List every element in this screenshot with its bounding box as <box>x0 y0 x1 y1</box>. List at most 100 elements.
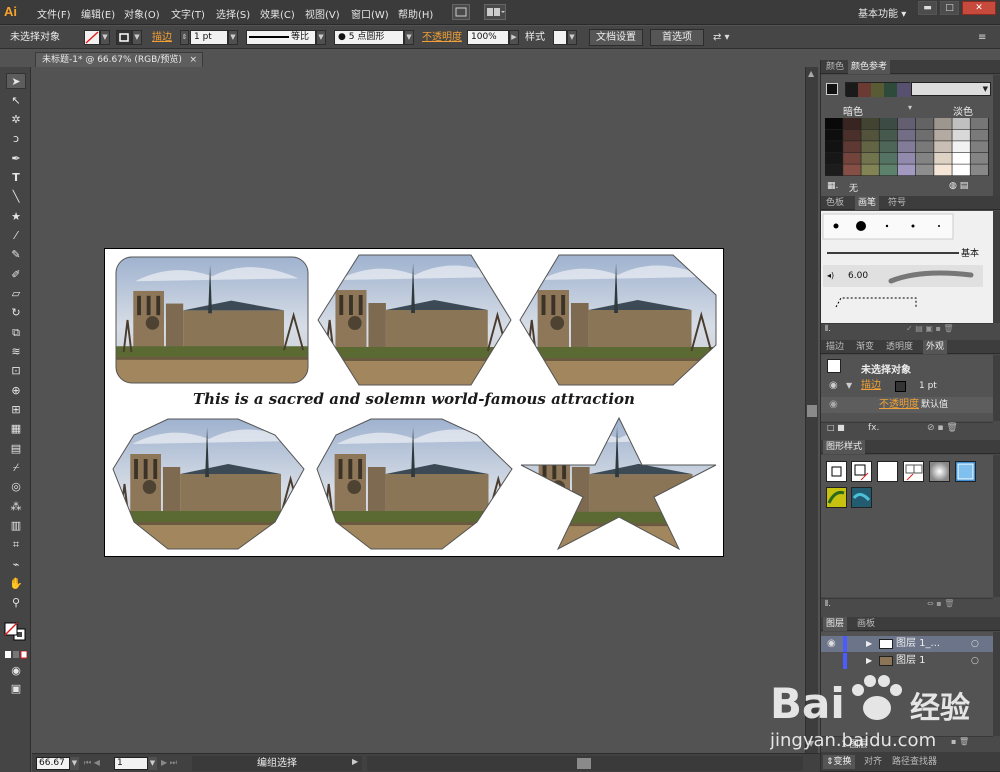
menu-window[interactable]: 窗口(W) <box>351 6 389 21</box>
color-variation-swatch[interactable] <box>916 129 934 141</box>
style-swatch[interactable] <box>553 30 567 45</box>
symbol-sprayer-tool-icon[interactable]: ⁂ <box>6 499 26 515</box>
scale-tool-icon[interactable]: ⧉ <box>6 325 26 341</box>
pen-tool-icon[interactable]: ✒ <box>6 151 26 167</box>
brush-library-icon[interactable]: ⫴. <box>825 324 831 334</box>
graphic-style-actions-icon[interactable]: ⇔ ▪ 🗑 <box>927 599 954 608</box>
bridge-icon[interactable] <box>452 4 470 20</box>
color-variation-swatch[interactable] <box>916 152 934 164</box>
blend-tool-icon[interactable]: ◎ <box>6 479 26 495</box>
color-variation-swatch[interactable] <box>843 141 861 153</box>
pencil-tool-icon[interactable]: ✎ <box>6 247 26 263</box>
artboard-tool-icon[interactable]: ⌗ <box>6 537 26 553</box>
variation-dropdown-icon[interactable]: ▾ <box>908 103 912 112</box>
panel-menu-icon[interactable]: ≡ <box>978 30 986 45</box>
column-graph-tool-icon[interactable]: ▥ <box>6 518 26 534</box>
hand-tool-icon[interactable]: ✋ <box>6 576 26 592</box>
color-variation-swatch[interactable] <box>843 164 861 176</box>
stroke-dropdown[interactable]: ▼ <box>132 30 142 45</box>
tab-graphic-styles[interactable]: 图形样式 <box>823 440 866 454</box>
appearance-opacity-row[interactable]: ◉ 不透明度 默认值 <box>821 397 993 413</box>
color-variation-swatch[interactable] <box>952 141 970 153</box>
graphic-style-blue[interactable] <box>955 461 976 482</box>
menu-help[interactable]: 帮助(H) <box>398 6 433 21</box>
color-variation-swatch[interactable] <box>934 141 952 153</box>
stroke-swatch-small[interactable] <box>895 381 906 392</box>
harmony-strip[interactable] <box>845 82 911 97</box>
tab-pathfinder[interactable]: 路径查找器 <box>889 755 940 769</box>
tab-transform[interactable]: ⇕变换 <box>823 755 855 769</box>
disclosure-triangle-icon[interactable]: ▼ <box>846 378 852 394</box>
maximize-button[interactable]: □ <box>940 1 959 15</box>
color-variation-swatch[interactable] <box>879 164 898 176</box>
color-variation-swatch[interactable] <box>825 164 843 176</box>
layer-name[interactable]: 图层 1_... <box>896 636 940 652</box>
type-tool-icon[interactable]: T <box>6 170 26 186</box>
appearance-scroll[interactable] <box>993 355 1000 421</box>
color-variation-swatch[interactable] <box>916 141 934 153</box>
tab-artboards[interactable]: 画板 <box>854 617 878 631</box>
color-variation-swatch[interactable] <box>861 129 879 141</box>
tab-align[interactable]: 对齐 <box>861 755 885 769</box>
color-variation-swatch[interactable] <box>843 129 861 141</box>
eyedropper-tool-icon[interactable]: ⌿ <box>6 460 26 476</box>
layer-row[interactable]: ◉ ▶ 图层 1_... ○ <box>821 636 993 652</box>
eye-icon[interactable]: ◉ <box>827 636 836 652</box>
artboard-caption[interactable]: This is a sacred and solemn world-famous… <box>104 390 724 408</box>
expand-triangle-icon[interactable]: ▶ <box>866 653 872 669</box>
color-mode-icons[interactable] <box>5 650 28 659</box>
base-color-swatch[interactable] <box>826 83 838 95</box>
screen-mode-icon[interactable]: ▣ <box>6 681 26 697</box>
artboard-dropdown[interactable]: ▼ <box>148 757 157 770</box>
color-variation-swatch[interactable] <box>934 164 952 176</box>
color-variation-swatch[interactable] <box>916 118 934 129</box>
horizontal-scrollbar[interactable] <box>367 756 803 771</box>
line-tool-icon[interactable]: ╲ <box>6 189 26 205</box>
lasso-tool-icon[interactable]: ↄ <box>6 131 26 147</box>
mesh-tool-icon[interactable]: ▦ <box>6 421 26 437</box>
profile-dropdown[interactable]: ▼ <box>316 30 326 45</box>
brush-actions-icon[interactable]: ✓ ▤ ▣ ▪ 🗑 <box>906 324 954 333</box>
swatch-library-icon[interactable]: ▦. <box>827 181 838 191</box>
fill-dropdown[interactable]: ▼ <box>100 30 110 45</box>
gradient-tool-icon[interactable]: ▤ <box>6 441 26 457</box>
color-variation-swatch[interactable] <box>970 164 989 176</box>
opacity-label[interactable]: 不透明度 <box>422 30 462 45</box>
stroke-label[interactable]: 描边 <box>152 30 172 45</box>
fill-swatch[interactable] <box>84 30 100 45</box>
color-variation-swatch[interactable] <box>934 129 952 141</box>
color-variation-swatch[interactable] <box>897 141 916 153</box>
color-variation-swatch[interactable] <box>879 152 898 164</box>
color-variation-swatch[interactable] <box>970 129 989 141</box>
stroke-weight-field[interactable]: 1 pt <box>190 30 228 45</box>
brush-library[interactable] <box>821 211 993 323</box>
color-variation-swatch[interactable] <box>970 141 989 153</box>
free-transform-tool-icon[interactable]: ⊡ <box>6 363 26 379</box>
color-variation-swatch[interactable] <box>861 164 879 176</box>
tab-layers[interactable]: 图层 <box>823 617 848 631</box>
menu-edit[interactable]: 编辑(E) <box>81 6 115 21</box>
zoom-field[interactable]: 66.67 <box>36 757 70 770</box>
document-tab[interactable]: 未标题-1* @ 66.67% (RGB/预览) × <box>35 52 203 67</box>
menu-type[interactable]: 文字(T) <box>171 6 205 21</box>
variable-width-profile[interactable]: 等比 <box>246 30 316 45</box>
minimize-button[interactable]: ▬ <box>918 1 937 15</box>
zoom-dropdown[interactable]: ▼ <box>70 757 79 770</box>
color-variation-swatch[interactable] <box>861 141 879 153</box>
tab-brushes[interactable]: 画笔 <box>855 196 880 210</box>
graphic-style-white[interactable] <box>877 461 898 482</box>
opacity-dropdown[interactable]: ▶ <box>509 30 519 45</box>
tab-transparency[interactable]: 透明度 <box>883 340 916 354</box>
clear-appearance-icon[interactable]: ⊘ ▪ 🗑 <box>927 423 958 433</box>
color-variation-swatch[interactable] <box>861 118 879 129</box>
color-variation-swatch[interactable] <box>897 164 916 176</box>
paintbrush-tool-icon[interactable]: ⁄ <box>6 228 26 244</box>
perspective-grid-tool-icon[interactable]: ⊞ <box>6 402 26 418</box>
scroll-up-icon[interactable]: ▲ <box>808 69 814 78</box>
appearance-stroke-label[interactable]: 描边 <box>861 378 881 394</box>
graphic-styles-scroll[interactable] <box>993 455 1000 597</box>
menu-view[interactable]: 视图(V) <box>305 6 340 21</box>
scroll-down-icon[interactable]: ▼ <box>808 739 814 748</box>
tab-color-guide[interactable]: 颜色参考 <box>848 60 891 74</box>
zoom-tool-icon[interactable]: ⚲ <box>6 595 26 611</box>
